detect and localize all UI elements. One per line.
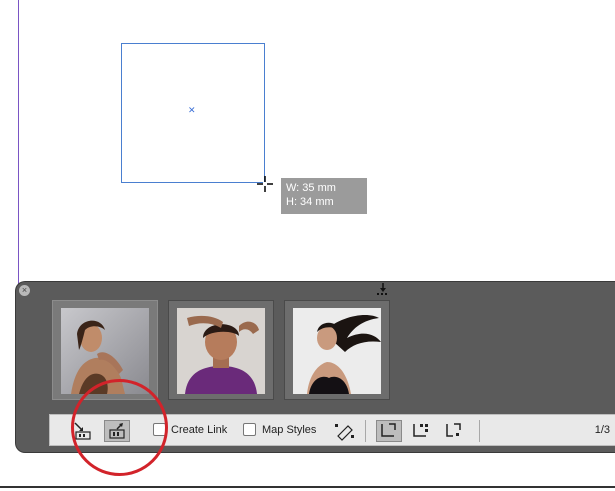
place-next-icon[interactable] (441, 420, 467, 442)
thumbnail-photo-2[interactable] (168, 300, 274, 400)
place-remove-icon (381, 423, 396, 437)
dimension-tooltip: W: 35 mm H: 34 mm (281, 178, 367, 214)
drop-target-icon[interactable] (376, 282, 390, 296)
woman-photo-2-image (177, 308, 265, 394)
page-counter: 1/3 (594, 424, 610, 436)
place-option-1-button[interactable] (376, 420, 402, 442)
close-icon[interactable]: × (19, 285, 30, 296)
page-margin-guide (18, 0, 19, 290)
edit-mapping-icon[interactable] (332, 420, 358, 442)
annotation-highlight-circle (71, 379, 168, 476)
bottom-rule (0, 486, 615, 488)
map-styles-checkbox[interactable] (243, 423, 256, 436)
create-link-label: Create Link (171, 424, 228, 436)
woman-photo-3-image (293, 308, 381, 394)
height-readout: H: 34 mm (286, 196, 334, 208)
width-readout: W: 35 mm (286, 182, 336, 194)
toolbar-divider (479, 420, 480, 442)
frame-center-point: ✕ (188, 105, 196, 115)
map-styles-label: Map Styles (262, 424, 317, 436)
place-keep-icon[interactable] (408, 420, 434, 442)
selected-frame[interactable]: ✕ (121, 43, 265, 183)
thumbnail-photo-3[interactable] (284, 300, 390, 400)
toolbar-divider (365, 420, 366, 442)
crosshair-cursor-icon (257, 176, 273, 192)
